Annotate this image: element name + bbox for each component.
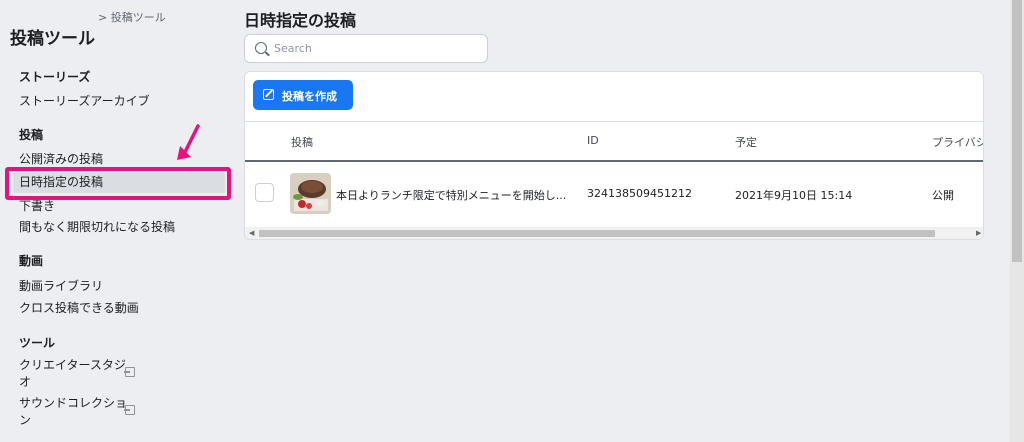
sidebar-title: 投稿ツール (10, 29, 95, 49)
search-input[interactable]: Search (244, 34, 488, 63)
sidebar-item-crosspost-videos[interactable]: クロス投稿できる動画 (19, 299, 139, 316)
sidebar-item-published-posts[interactable]: 公開済みの投稿 (19, 150, 103, 167)
scroll-right-icon[interactable]: ▶ (976, 229, 981, 237)
column-header-id[interactable]: ID (587, 134, 599, 147)
sidebar-item-stories-archive[interactable]: ストーリーズアーカイブ (19, 92, 150, 109)
page-title: 日時指定の投稿 (244, 11, 357, 30)
column-header-privacy[interactable]: プライバシ (932, 134, 983, 150)
sidebar-item-sound-collection[interactable]: サウンドコレクション (19, 395, 131, 429)
table-header-divider (245, 160, 983, 162)
edit-icon (263, 89, 274, 100)
privacy-value: 公開 (932, 189, 954, 202)
scroll-left-icon[interactable]: ◀ (249, 229, 254, 237)
scheduled-time: 2021年9月10日 15:14 (735, 189, 853, 202)
posts-table-panel: 投稿を作成 投稿 ID 予定 プライバシ 本日よりランチ限定で特別メニューを開始… (244, 71, 984, 240)
section-heading-posts: 投稿 (19, 128, 44, 142)
row-checkbox[interactable] (255, 183, 274, 202)
section-heading-videos: 動画 (19, 254, 44, 268)
section-heading-stories: ストーリーズ (19, 70, 91, 84)
sidebar-item-expiring-posts[interactable]: 間もなく期限切れになる投稿 (19, 218, 175, 235)
breadcrumb-blank-area (0, 0, 94, 24)
sidebar-item-creator-studio[interactable]: クリエイタースタジオ (19, 357, 131, 391)
sidebar-item-drafts[interactable]: 下書き (19, 197, 55, 214)
vertical-scrollbar-thumb[interactable] (1012, 0, 1022, 262)
create-post-button[interactable]: 投稿を作成 (253, 80, 353, 110)
post-id: 324138509451212 (587, 187, 692, 200)
search-placeholder: Search (274, 42, 312, 55)
column-header-scheduled[interactable]: 予定 (735, 134, 757, 150)
horizontal-scrollbar-thumb[interactable] (259, 230, 935, 237)
pointer-arrow-annotation (177, 124, 200, 160)
section-heading-tools: ツール (19, 336, 56, 350)
search-icon (255, 42, 267, 54)
post-thumbnail[interactable] (290, 173, 331, 214)
sidebar-item-video-library[interactable]: 動画ライブラリ (19, 277, 103, 294)
sidebar-item-scheduled-posts[interactable]: 日時指定の投稿 (19, 173, 103, 190)
column-header-post[interactable]: 投稿 (291, 134, 313, 150)
post-caption[interactable]: 本日よりランチ限定で特別メニューを開始し... (336, 187, 566, 203)
create-post-label: 投稿を作成 (282, 90, 337, 103)
external-link-icon (124, 367, 135, 377)
external-link-icon (124, 405, 135, 415)
sidebar: > 投稿ツール 投稿ツール ストーリーズ ストーリーズアーカイブ 投稿 公開済み… (0, 0, 234, 442)
breadcrumb[interactable]: > 投稿ツール (98, 9, 166, 25)
divider (245, 121, 983, 122)
